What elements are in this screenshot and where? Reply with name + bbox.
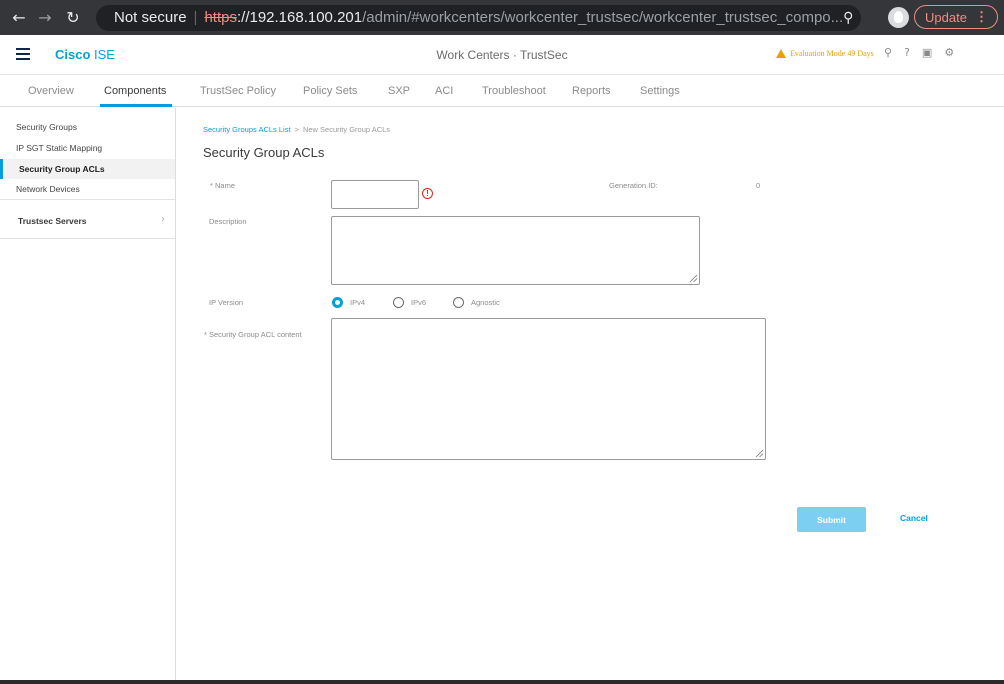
radio-agnostic[interactable]: Agnostic [453,297,500,308]
breadcrumb: Security Groups ACLs List > New Security G… [203,125,390,134]
tab-aci[interactable]: ACI [435,85,453,97]
radio-ipv6-label: IPv6 [411,298,427,307]
sidebar-item-network-devices[interactable]: Network Devices [0,179,175,199]
warning-icon [776,49,786,58]
search-icon[interactable]: ⚲ [884,46,892,59]
radio-ipv4-label: IPv4 [350,298,366,307]
radio-agnostic-button[interactable] [453,297,464,308]
help-icon[interactable]: ? [904,46,910,59]
acl-content-textarea[interactable] [331,318,766,460]
ip-version-label: IP Version [209,298,244,307]
tab-overview[interactable]: Overview [28,85,74,97]
page-title: Security Group ACLs [203,145,325,160]
browser-toolbar: ← → ↻ Not secure | https://192.168.100.2… [0,0,1004,35]
header-icons: ⚲ ? ▣ ⚙ [884,46,954,59]
radio-ipv6[interactable]: IPv6 [393,297,426,308]
acl-content-label: * Security Group ACL content [204,330,302,339]
app-header: Cisco ISE Work Centers · TrustSec Evalua… [0,35,1004,75]
radio-agnostic-label: Agnostic [471,298,500,307]
reload-icon[interactable]: ↻ [62,7,84,29]
url-scheme: https [204,9,237,26]
name-input[interactable] [331,180,419,209]
tab-policy-sets[interactable]: Policy Sets [303,85,357,97]
radio-ipv4-button[interactable] [332,297,343,308]
cancel-button[interactable]: Cancel [900,513,928,523]
top-tabs: Overview Components TrustSec Policy Poli… [0,76,1004,107]
sidebar-divider [0,238,175,239]
window-bottom-edge [0,680,1004,684]
url-path: /admin/#workcenters/workcenter_trustsec/… [362,9,844,26]
breadcrumb-current: New Security Group ACLs [302,125,391,134]
breadcrumb-link-acls-list[interactable]: Security Groups ACLs List [203,125,291,134]
dashboard-icon[interactable]: ▣ [922,46,932,59]
breadcrumb-separator: > [294,125,299,134]
sidebar-item-security-groups[interactable]: Security Groups [0,117,175,137]
radio-ipv4[interactable]: IPv4 [332,297,365,308]
error-info-icon: ! [422,188,433,199]
tab-sxp[interactable]: SXP [388,85,410,97]
tab-components[interactable]: Components [104,85,166,97]
sidebar-divider [0,199,175,200]
settings-gear-icon[interactable]: ⚙ [944,46,954,59]
chevron-right-icon[interactable]: › [161,214,165,225]
url-host: ://192.168.100.201 [236,9,363,26]
app-frame: ← → ↻ Not secure | https://192.168.100.2… [0,0,1004,684]
description-textarea[interactable] [331,216,700,285]
sidebar-item-security-group-acls[interactable]: Security Group ACLs [0,159,175,179]
zoom-icon[interactable]: ⚲ [843,10,853,26]
omnibox-separator: | [193,9,198,26]
name-label: * Name [210,181,236,190]
generation-id-value: 0 [756,181,761,190]
tab-troubleshoot[interactable]: Troubleshoot [482,85,546,97]
forward-arrow-icon[interactable]: → [34,7,56,29]
active-tab-indicator [100,104,172,107]
generation-id-label: Generation ID: [609,181,658,190]
update-label: Update [925,9,967,25]
tab-reports[interactable]: Reports [572,85,611,97]
more-menu-icon: ⋮ [975,9,988,24]
sidebar: Security Groups IP SGT Static Mapping Se… [0,108,176,680]
resize-handle-icon[interactable] [755,449,763,457]
tab-trustsec-policy[interactable]: TrustSec Policy [200,85,276,97]
update-button[interactable]: Update ⋮ [914,5,998,29]
description-label: Description [209,217,247,226]
sidebar-item-ip-sgt-static-mapping[interactable]: IP SGT Static Mapping [0,138,175,158]
submit-button[interactable]: Submit [797,507,866,532]
evaluation-badge[interactable]: Evaluation Mode 49 Days [776,49,874,58]
address-bar[interactable]: Not secure | https://192.168.100.201/adm… [96,4,861,31]
back-arrow-icon[interactable]: ← [8,7,30,29]
sidebar-item-trustsec-servers[interactable]: Trustsec Servers [18,216,87,226]
tab-settings[interactable]: Settings [640,85,680,97]
profile-avatar[interactable] [888,7,909,28]
radio-ipv6-button[interactable] [393,297,404,308]
resize-handle-icon[interactable] [689,274,697,282]
not-secure-label[interactable]: Not secure [114,9,187,26]
